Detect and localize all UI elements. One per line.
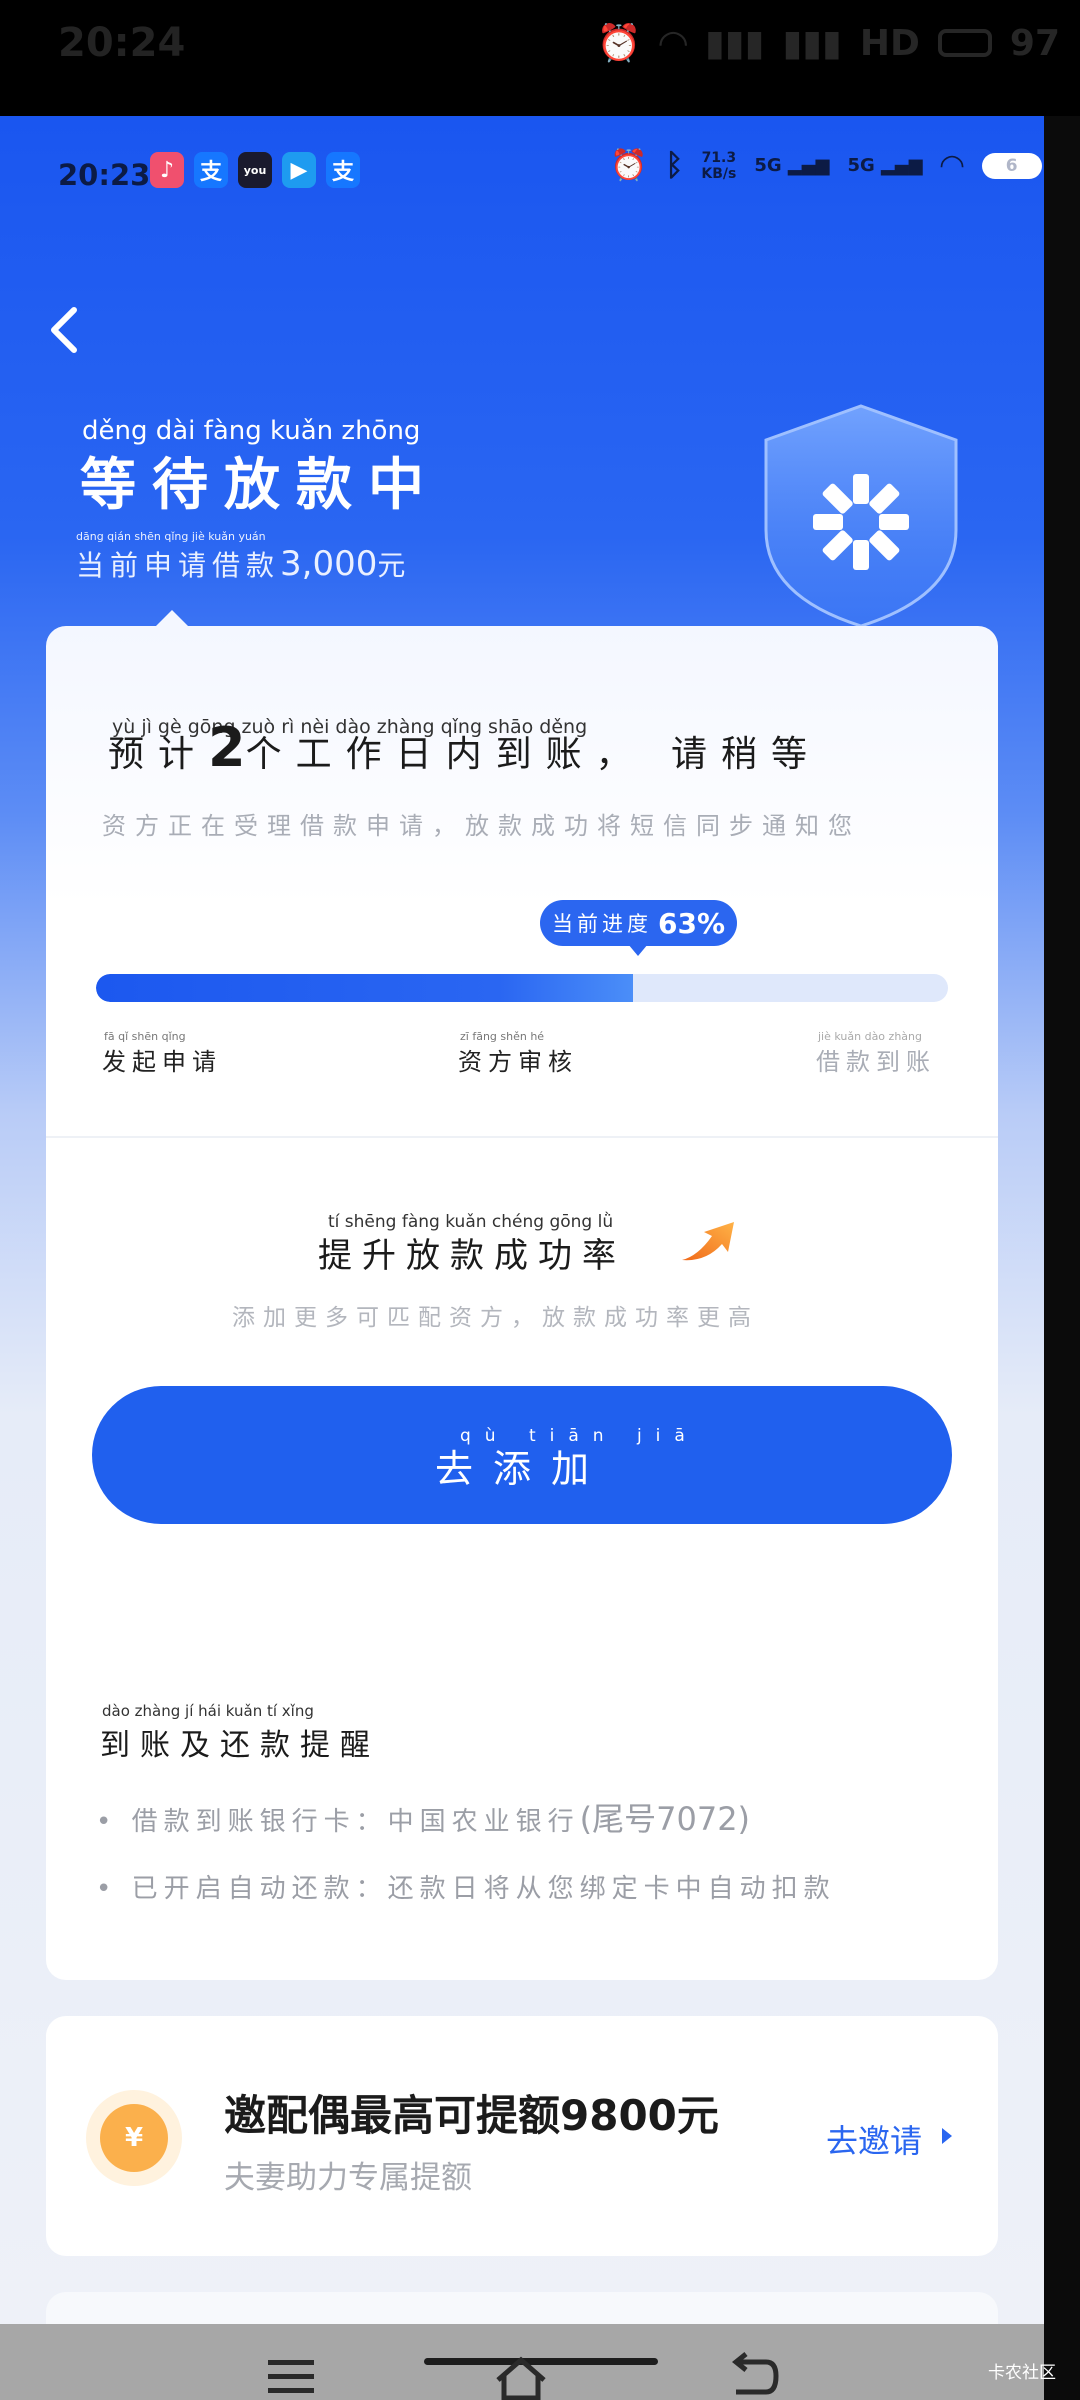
bluetooth-icon: ᛒ: [665, 148, 684, 183]
invite-subtitle: 夫妻助力专属提额: [224, 2160, 472, 2196]
estimate-pre: 预计: [108, 734, 209, 775]
back-arrow-icon[interactable]: [44, 300, 84, 360]
progress-label: 当前进度: [552, 912, 652, 936]
youku-icon: you: [238, 152, 272, 188]
battery-level: 97: [1009, 22, 1060, 64]
signal-label-1: 5G: [754, 155, 782, 176]
card-notch: [156, 610, 188, 626]
add-funder-button[interactable]: 去添加: [92, 1386, 952, 1524]
speed-value: 71.3: [701, 149, 737, 166]
amount-suffix: 元: [377, 549, 412, 582]
progress-track: [96, 974, 948, 1002]
signal-label-2: 5G: [847, 155, 875, 176]
battery-indicator: 6: [981, 152, 1042, 179]
coin-icon: ¥: [100, 2104, 168, 2172]
auto-repay-label: 已开启自动还款：还款日将从您绑定卡中自动扣款: [131, 1874, 836, 1904]
alarm-icon: ⏰: [610, 148, 648, 183]
shield-logo-icon: [764, 404, 958, 628]
inner-status-bar: 20:23 ♪ 支 you ▶ 支 ⏰ ᛒ 71.3 KB/s 5G ▂▄▆ 5G ▂▄…: [0, 116, 1044, 226]
trend-arrow-icon: [682, 1222, 734, 1261]
step-3-label: 借款到账: [816, 1048, 936, 1076]
alipay-icon: 支: [194, 152, 228, 188]
bank-card-tail: (尾号7072): [579, 1800, 751, 1838]
bank-card-line: • 借款到账银行卡：中国农业银行(尾号7072): [96, 1794, 750, 1840]
side-strip: [1044, 116, 1080, 2400]
app-icon: ▶: [282, 152, 316, 188]
bullet-dot-2: •: [96, 1874, 132, 1904]
estimate-text: 预计2个工作日内到账， 请稍等: [108, 716, 821, 779]
signal-icon: ▮▮▮: [705, 22, 765, 64]
phone-screen: 20:23 ♪ 支 you ▶ 支 ⏰ ᛒ 71.3 KB/s 5G ▂▄▆ 5G ▂▄…: [0, 116, 1044, 2324]
signal-5g-1: 5G ▂▄▆: [754, 155, 830, 176]
alarm-icon: ⏰: [596, 23, 642, 64]
amount-value: 3,000: [280, 544, 378, 584]
caret-right-icon: [942, 2128, 952, 2144]
hero-title: 等待放款中: [80, 453, 440, 518]
estimate-days: 2: [208, 716, 246, 779]
hero-amount-pinyin: dāng qián shēn qǐng jiè kuǎn yuán: [76, 530, 266, 543]
menu-icon[interactable]: [264, 2352, 318, 2400]
hero-amount-line: 当前申请借款3,000元: [76, 544, 411, 584]
amount-prefix: 当前申请借款: [76, 549, 281, 582]
signal-5g-2: 5G ▂▄▆: [847, 155, 923, 176]
notification-app-icons: ♪ 支 you ▶ 支: [150, 152, 360, 188]
bubble-tail: [628, 944, 648, 956]
speed-unit: KB/s: [701, 165, 737, 182]
card-divider: [46, 1136, 998, 1138]
outer-status-bar: 20:24 ⏰ ◠ ▮▮▮ ▮▮▮ HD 97: [0, 0, 1080, 116]
home-icon[interactable]: [494, 2352, 548, 2400]
invite-title: 邀配偶最高可提额9800元: [224, 2091, 719, 2140]
step-1-label: 发起申请: [102, 1048, 222, 1076]
boost-title: 提升放款成功率: [318, 1236, 626, 1276]
progress-fill: [96, 974, 633, 1002]
add-button-pinyin: qù tiān jiā: [460, 1426, 699, 1446]
alipay-icon-2: 支: [326, 152, 360, 188]
reminder-title: 到账及还款提醒: [100, 1728, 380, 1763]
inner-time: 20:23: [58, 158, 151, 192]
outer-time: 20:24: [58, 20, 186, 66]
battery-icon: [937, 29, 992, 57]
next-card-peek: [46, 2292, 998, 2324]
bank-card-label: 借款到账银行卡：中国农业银行: [131, 1807, 580, 1837]
estimate-subtext: 资方正在受理借款申请，放款成功将短信同步通知您: [102, 812, 861, 840]
back-nav-icon[interactable]: [726, 2352, 780, 2400]
progress-percent: 63%: [658, 906, 726, 940]
wifi-icon: ◠: [659, 22, 687, 64]
estimate-post: 个工作日内到账， 请稍等: [245, 734, 822, 775]
status-card: [46, 626, 998, 1716]
douyin-icon: ♪: [150, 152, 184, 188]
progress-bubble: 当前进度 63%: [540, 900, 738, 946]
bullet-dot: •: [96, 1807, 132, 1837]
outer-status-icons: ⏰ ◠ ▮▮▮ ▮▮▮ HD 97: [596, 22, 1060, 65]
reminder-title-pinyin: dào zhàng jí hái kuǎn tí xǐng: [102, 1702, 314, 1720]
watermark: 卡农社区: [988, 2363, 1056, 2383]
hd-badge: HD: [859, 22, 920, 64]
inner-status-icons: ⏰ ᛒ 71.3 KB/s 5G ▂▄▆ 5G ▂▄▆ ◠ 6: [610, 148, 1042, 183]
signal-icon-2: ▮▮▮: [782, 22, 842, 64]
invite-link[interactable]: 去邀请: [826, 2116, 922, 2162]
auto-repay-line: • 已开启自动还款：还款日将从您绑定卡中自动扣款: [96, 1868, 836, 1905]
network-speed: 71.3 KB/s: [701, 150, 736, 182]
wifi-icon: ◠: [940, 148, 964, 183]
boost-subtext: 添加更多可匹配资方，放款成功率更高: [232, 1305, 759, 1331]
step-2-label: 资方审核: [458, 1048, 578, 1076]
